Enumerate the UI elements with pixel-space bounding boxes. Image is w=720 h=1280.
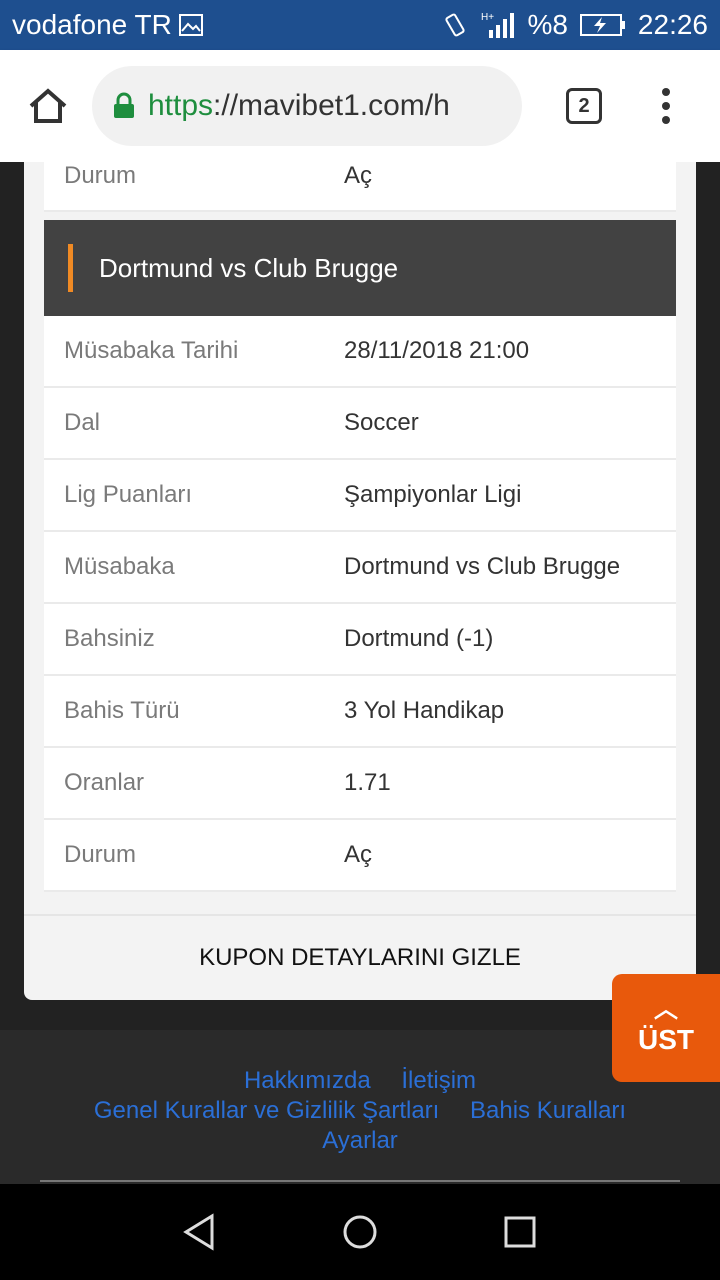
home-circle-icon[interactable]	[340, 1212, 380, 1252]
overflow-menu-button[interactable]	[662, 88, 670, 124]
vibrate-icon	[445, 13, 466, 37]
address-bar[interactable]: https://mavibet1.com/h	[92, 66, 522, 146]
tab-switcher-button[interactable]: 2	[566, 88, 602, 124]
footer-links: Hakkımızda İletişim Genel Kurallar ve Gi…	[0, 1066, 720, 1156]
menu-dot	[662, 102, 670, 110]
footer-link-terms[interactable]: Genel Kurallar ve Gizlilik Şartları	[94, 1097, 439, 1124]
scroll-to-top-button[interactable]: ︿ ÜST	[612, 974, 720, 1082]
signal-icon: H+	[481, 12, 515, 38]
detail-value: Aç	[344, 162, 373, 189]
detail-value: Dortmund vs Club Brugge	[344, 553, 621, 580]
status-bar: vodafone TR H+ %8 22:26	[0, 0, 720, 50]
lock-icon	[114, 92, 134, 118]
browser-toolbar: https://mavibet1.com/h 2	[0, 50, 720, 162]
tab-count: 2	[578, 94, 590, 117]
menu-dot	[662, 88, 670, 96]
battery-percent: %8	[527, 9, 568, 40]
detail-value: 3 Yol Handikap	[344, 697, 505, 724]
bet-details: Durum Aç Dortmund vs Club Brugge Müsabak…	[44, 162, 676, 892]
detail-label: Dal	[64, 409, 101, 436]
detail-value: Soccer	[344, 409, 419, 436]
footer-link-bet-rules[interactable]: Bahis Kuralları	[470, 1097, 626, 1124]
detail-label: Müsabaka	[64, 553, 175, 580]
detail-row-bet-type: Bahis Türü 3 Yol Handikap	[44, 676, 676, 748]
recents-icon[interactable]	[500, 1212, 540, 1252]
footer-link-settings[interactable]: Ayarlar	[322, 1127, 398, 1154]
battery-charging-icon	[579, 14, 625, 36]
android-nav-bar	[0, 1184, 720, 1280]
detail-label: Bahsiniz	[64, 625, 155, 652]
clock: 22:26	[637, 9, 708, 40]
footer-link-about[interactable]: Hakkımızda	[244, 1067, 371, 1094]
footer-link-contact[interactable]: İletişim	[401, 1067, 476, 1094]
detail-value: 1.71	[344, 769, 391, 796]
detail-label: Müsabaka Tarihi	[64, 337, 239, 364]
home-icon	[29, 88, 67, 123]
footer-divider	[40, 1180, 680, 1182]
detail-row-odds: Oranlar 1.71	[44, 748, 676, 820]
carrier-name: vodafone TR	[12, 9, 172, 40]
chevron-up-icon: ︿	[654, 996, 678, 1023]
detail-row-sport: Dal Soccer	[44, 388, 676, 460]
detail-row-date: Müsabaka Tarihi 28/11/2018 21:00	[44, 316, 676, 388]
url-scheme: https	[148, 89, 214, 122]
home-button[interactable]	[24, 82, 72, 130]
detail-value: Şampiyonlar Ligi	[344, 481, 522, 508]
match-title: Dortmund vs Club Brugge	[99, 252, 399, 283]
image-icon	[178, 14, 203, 36]
detail-value: Dortmund (-1)	[344, 625, 494, 652]
back-icon[interactable]	[180, 1212, 220, 1252]
accent-bar	[68, 244, 73, 292]
coupon-details-card: Durum Aç Dortmund vs Club Brugge Müsabak…	[24, 162, 696, 1000]
match-header: Dortmund vs Club Brugge	[44, 220, 676, 316]
detail-label: Durum	[64, 841, 137, 868]
detail-row-status: Durum Aç	[44, 820, 676, 892]
detail-label: Bahis Türü	[64, 697, 180, 724]
detail-label: Oranlar	[64, 769, 145, 796]
detail-value: Aç	[344, 841, 373, 868]
detail-row-league: Lig Puanları Şampiyonlar Ligi	[44, 460, 676, 532]
detail-label: Durum	[64, 162, 137, 189]
svg-text:H+: H+	[481, 12, 494, 23]
scroll-to-top-label: ÜST	[638, 1024, 694, 1055]
detail-value: 28/11/2018 21:00	[344, 337, 530, 364]
url-text: ://mavibet1.com/h	[213, 89, 450, 122]
detail-row-match: Müsabaka Dortmund vs Club Brugge	[44, 532, 676, 604]
detail-label: Lig Puanları	[64, 481, 193, 508]
detail-row-selection: Bahsiniz Dortmund (-1)	[44, 604, 676, 676]
detail-row-status-previous: Durum Aç	[44, 162, 676, 212]
menu-dot	[662, 116, 670, 124]
carrier: vodafone TR	[12, 9, 204, 41]
hide-coupon-details-button[interactable]: KUPON DETAYLARINI GIZLE	[24, 914, 696, 1000]
